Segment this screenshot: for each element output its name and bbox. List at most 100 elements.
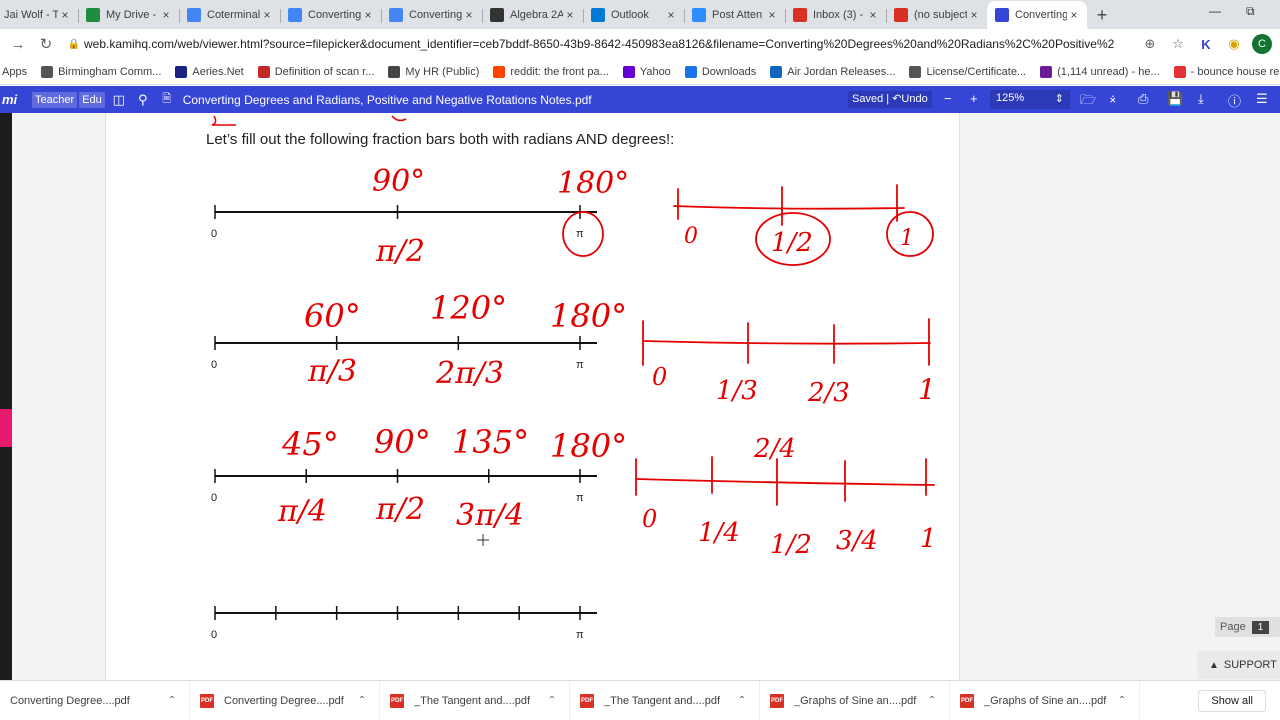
browser-tab[interactable]: Algebra 2A × xyxy=(482,1,583,29)
install-app-icon[interactable]: ⊕ xyxy=(1136,36,1164,52)
ink-fraction-bar xyxy=(642,318,931,366)
teacher-badge[interactable]: Teacher xyxy=(32,91,78,108)
bookmark-item[interactable]: Downloads xyxy=(684,65,756,78)
close-icon[interactable]: × xyxy=(58,8,72,22)
browser-tab[interactable]: My Drive - × xyxy=(78,1,179,29)
close-icon[interactable]: × xyxy=(866,8,880,22)
number-line-start-label: 0 xyxy=(211,629,217,641)
close-icon[interactable]: × xyxy=(967,8,981,22)
ink-fraction: 1/2 xyxy=(771,228,813,258)
bookmark-item[interactable]: Birmingham Comm... xyxy=(41,65,161,78)
ink-radian: π/2 xyxy=(375,492,425,527)
close-icon[interactable]: × xyxy=(159,8,173,22)
bookmark-item[interactable]: Yahoo xyxy=(622,65,671,78)
download-item[interactable]: PDF Converting Degree....pdf ⌃ xyxy=(190,680,380,720)
downloads-shelf: Converting Degree....pdf ⌃ PDF Converting D… xyxy=(0,680,1280,720)
bookmark-item[interactable]: Apps xyxy=(2,66,27,78)
ink-radian: π/2 xyxy=(375,234,425,269)
ink-radian: 2π/3 xyxy=(435,356,504,391)
extension-icon[interactable]: ◉ xyxy=(1220,36,1248,52)
zoom-out-icon[interactable]: − xyxy=(944,91,952,106)
reload-icon[interactable]: ↻ xyxy=(32,35,60,53)
forward-icon[interactable]: → xyxy=(4,36,32,53)
browser-tab[interactable]: Jai Wolf - T × xyxy=(0,1,78,29)
chevron-up-icon[interactable]: ⌃ xyxy=(355,695,369,706)
ebay-icon xyxy=(1173,65,1186,78)
kami-extension-icon[interactable]: K xyxy=(1192,37,1220,52)
chevron-up-icon[interactable]: ⌃ xyxy=(545,695,559,706)
help-icon[interactable]: ⓘ xyxy=(1228,91,1241,110)
yahoo-icon xyxy=(622,65,635,78)
bookmark-item[interactable]: - bounce house ren... xyxy=(1173,65,1280,78)
download-item[interactable]: PDF _The Tangent and....pdf ⌃ xyxy=(570,680,760,720)
show-all-button[interactable]: Show all xyxy=(1198,690,1266,712)
ink-fraction: 2/4 xyxy=(753,434,796,464)
chevron-up-icon[interactable]: ⌃ xyxy=(735,695,749,706)
browser-tab[interactable]: Converting × xyxy=(987,1,1087,29)
profile-avatar[interactable]: C xyxy=(1252,34,1272,54)
save-status[interactable]: Saved | ↶Undo xyxy=(848,91,932,108)
bookmark-item[interactable]: (1,114 unread) - he... xyxy=(1040,65,1160,78)
sidebar-toggle-icon[interactable]: ◫ xyxy=(107,92,131,108)
undo-button[interactable]: Undo xyxy=(901,93,927,105)
close-icon[interactable]: × xyxy=(462,8,476,22)
close-icon[interactable]: × xyxy=(664,8,678,22)
bookmark-item[interactable]: Definition of scan r... xyxy=(257,65,375,78)
new-tab-button[interactable]: + xyxy=(1087,1,1117,29)
ink-fraction: 3/4 xyxy=(836,526,878,556)
print-icon[interactable]: ⎙ xyxy=(1138,91,1148,107)
download-item[interactable]: PDF _The Tangent and....pdf ⌃ xyxy=(380,680,570,720)
browser-tab[interactable]: Inbox (3) - × xyxy=(785,1,886,29)
chevron-up-icon[interactable]: ⌃ xyxy=(1115,695,1129,706)
menu-icon[interactable]: ☰ xyxy=(1256,91,1268,107)
browser-tab[interactable]: Converting × xyxy=(381,1,482,29)
bookmark-star-icon[interactable]: ☆ xyxy=(1164,36,1192,52)
download-item[interactable]: PDF _Graphs of Sine an....pdf ⌃ xyxy=(760,680,950,720)
bookmark-label: Definition of scan r... xyxy=(274,65,375,78)
page-drawing[interactable]: 0 π0 π0 π0 π 90° 180° π/2 0 1/2 1 60° 120° 1… xyxy=(0,113,1280,680)
ink-degree: 45° xyxy=(281,425,339,463)
zoom-in-icon[interactable]: + xyxy=(970,91,978,106)
close-icon[interactable]: × xyxy=(361,8,375,22)
chevron-up-icon[interactable]: ⌃ xyxy=(925,695,939,706)
page-number[interactable]: 1 xyxy=(1251,620,1270,634)
reddit-icon xyxy=(493,65,506,78)
download-icon[interactable]: ⤓ xyxy=(1198,91,1204,107)
bookmark-item[interactable]: Air Jordan Releases... xyxy=(770,65,895,78)
browser-tab[interactable]: Converting × xyxy=(280,1,381,29)
share-icon[interactable]: ⨰ xyxy=(1109,91,1117,107)
kami-logo[interactable]: mi xyxy=(0,92,20,107)
bookmark-label: My HR (Public) xyxy=(405,65,480,78)
zoom-select[interactable]: 125% ⇕ xyxy=(990,90,1070,109)
close-icon[interactable]: × xyxy=(260,8,274,22)
close-icon[interactable]: × xyxy=(765,8,779,22)
open-folder-icon[interactable]: 🗁 xyxy=(1080,91,1096,113)
number-line-end-label: π xyxy=(576,359,584,371)
close-icon[interactable]: × xyxy=(1067,8,1081,22)
browser-tab[interactable]: Post Atten × xyxy=(684,1,785,29)
browser-tab[interactable]: (no subject × xyxy=(886,1,987,29)
zoom-value: 125% xyxy=(996,92,1025,104)
chevron-up-icon[interactable]: ⌃ xyxy=(165,695,179,706)
ink-degree: 180° xyxy=(550,297,627,335)
download-item[interactable]: Converting Degree....pdf ⌃ xyxy=(0,680,190,720)
chevron-up-icon: ▲ xyxy=(1209,659,1219,671)
bookmark-item[interactable]: License/Certificate... xyxy=(909,65,1026,78)
browser-tab[interactable]: Outlook × xyxy=(583,1,684,29)
bookmark-item[interactable]: Aeries.Net xyxy=(175,65,244,78)
close-icon[interactable]: × xyxy=(563,8,577,22)
number-line-end-label: π xyxy=(576,492,584,504)
bookmark-item[interactable]: My HR (Public) xyxy=(388,65,480,78)
address-bar[interactable]: 🔒 web.kamihq.com/web/viewer.html?source=… xyxy=(64,32,1124,56)
support-button[interactable]: ▲ SUPPORT xyxy=(1197,651,1280,679)
download-item[interactable]: PDF _Graphs of Sine an....pdf ⌃ xyxy=(950,680,1140,720)
ink-fraction: 1 xyxy=(918,373,936,406)
restore-icon[interactable]: ⧉ xyxy=(1246,4,1255,19)
save-icon[interactable]: 💾 xyxy=(1167,91,1183,107)
search-icon[interactable]: ⚲ xyxy=(131,92,155,108)
edu-badge[interactable]: Edu xyxy=(79,91,105,108)
bookmark-item[interactable]: reddit: the front pa... xyxy=(493,65,609,78)
browser-tab[interactable]: Coterminal × xyxy=(179,1,280,29)
page-indicator[interactable]: Page 1 xyxy=(1215,617,1280,637)
minimize-icon[interactable]: — xyxy=(1209,4,1221,18)
